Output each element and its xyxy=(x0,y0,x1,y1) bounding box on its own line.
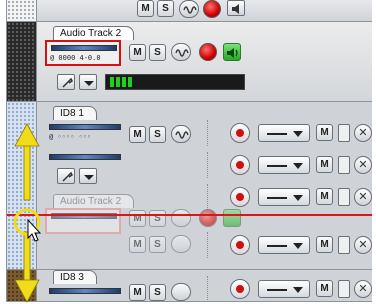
drag-overlay xyxy=(13,123,42,303)
drag-down-arrow-icon xyxy=(14,231,40,303)
drag-up-arrow-icon xyxy=(14,123,40,201)
